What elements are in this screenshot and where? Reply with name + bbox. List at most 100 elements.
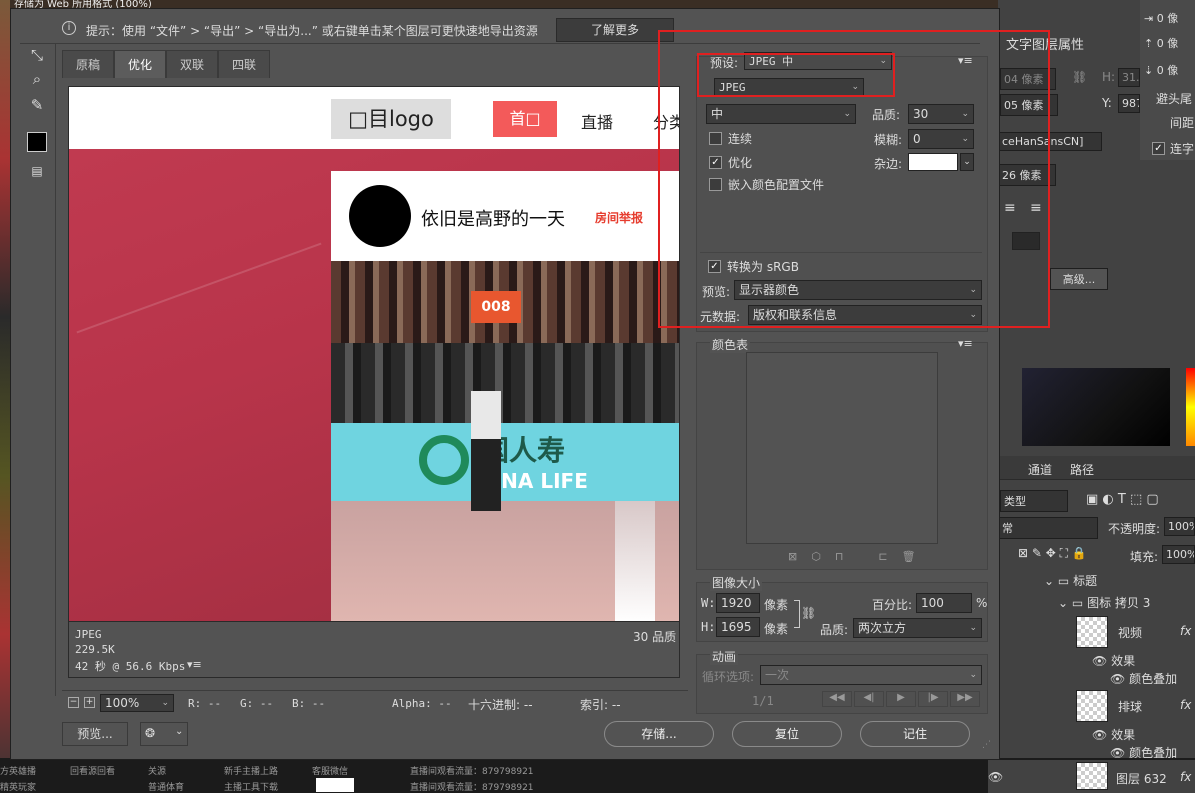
font-size-field[interactable]: 26 像素 [998, 164, 1056, 186]
bottom-item: 普通体育 [148, 783, 185, 793]
advanced-button[interactable]: 高级... [1050, 268, 1108, 290]
filter-kind-select[interactable]: 类型 [1000, 490, 1068, 512]
optimized-label: 优化 [728, 156, 753, 170]
convert-srgb-checkbox[interactable]: ✓ [708, 260, 721, 273]
effect-color-overlay[interactable]: 👁 颜色叠加 [1110, 670, 1177, 687]
preview-browser-button[interactable]: 预览... [62, 722, 128, 746]
zoom-out-icon[interactable]: − [68, 697, 79, 708]
opacity-field[interactable]: 100% [1164, 517, 1195, 536]
resample-quality-select[interactable]: 两次立方 ⌄ [853, 618, 982, 638]
blur-field[interactable]: 0 ⌄ [908, 129, 974, 149]
color-table-icons[interactable]: ⊠ ⬡ ⊓ ⊏ 🗑 [788, 550, 916, 563]
toggle-slices-icon[interactable]: ▤ [26, 160, 48, 182]
eye-icon[interactable]: 👁 [1092, 728, 1107, 742]
preset-select[interactable]: JPEG 中 ⌄ [744, 52, 892, 70]
optimized-checkbox[interactable]: ✓ [709, 156, 722, 169]
prev-frame-icon[interactable]: ◀| [854, 691, 884, 707]
zoom-in-icon[interactable]: + [84, 697, 95, 708]
hyphen-checkbox[interactable]: ✓ [1152, 142, 1165, 155]
chevron-down-icon[interactable]: ⌄ [960, 153, 974, 171]
tab-optimized[interactable]: 优化 [114, 50, 166, 78]
progressive-checkbox[interactable] [709, 132, 722, 145]
settings-menu-icon[interactable]: ▾≡ [958, 54, 973, 67]
y-field[interactable]: 987 [1118, 94, 1140, 113]
h-field[interactable]: 31.6 [1118, 68, 1140, 87]
color-picker-gradient[interactable] [1022, 368, 1170, 446]
zoom-icon[interactable]: ⌕ [26, 68, 48, 90]
percent-label: 百分比: [872, 598, 913, 612]
height-field[interactable]: 1695 [716, 617, 760, 637]
color-table-grid[interactable] [746, 352, 938, 544]
width-field[interactable]: 1920 [716, 593, 760, 613]
download-rate-menu-icon[interactable]: ▾≡ [187, 658, 202, 671]
format-select[interactable]: JPEG ⌄ [714, 78, 864, 97]
progressive-label: 连续 [728, 132, 753, 146]
link-icon[interactable]: ⛓ [1072, 70, 1087, 84]
tab-paths[interactable]: 路径 [1070, 461, 1094, 478]
web-shift-icon[interactable]: ⬡ [811, 550, 821, 563]
trash-icon[interactable]: 🗑 [902, 550, 916, 563]
blend-mode-select[interactable]: 常 [998, 517, 1098, 539]
loop-select[interactable]: 一次 ⌄ [760, 665, 982, 685]
layer-group-icons[interactable]: ⌄ ▭ 图标 拷贝 3 [1058, 594, 1150, 611]
eyedropper-icon[interactable]: ✎ [26, 94, 48, 116]
resize-grip-icon[interactable]: ⋰ [982, 740, 991, 750]
y-pos-field[interactable]: 05 像素 [1000, 94, 1058, 116]
last-frame-icon[interactable]: ▶▶ [950, 691, 980, 707]
reset-button[interactable]: 复位 [732, 721, 842, 747]
metadata-select[interactable]: 版权和联系信息 ⌄ [748, 305, 982, 325]
eye-icon[interactable]: 👁 [988, 770, 1003, 784]
font-family-select[interactable]: ceHanSansCN] [998, 132, 1102, 151]
color-swatch[interactable] [1012, 232, 1040, 250]
browser-select[interactable]: ❂ ⌄ [140, 722, 188, 746]
quality-field[interactable]: 30 ⌄ [908, 104, 974, 124]
eye-icon[interactable]: 👁 [1110, 672, 1125, 686]
fill-field[interactable]: 100% [1162, 545, 1195, 564]
chevron-down-icon: ⌄ [961, 134, 969, 144]
fx-icon[interactable]: fx [1180, 624, 1191, 638]
layer-video[interactable]: 视频 [1118, 624, 1142, 641]
effects-row[interactable]: 👁 效果 [1092, 652, 1135, 669]
frame-counter: 1/1 [752, 694, 774, 708]
learn-more-button[interactable]: 了解更多 [556, 18, 674, 42]
tab-2up[interactable]: 双联 [166, 50, 218, 78]
next-frame-icon[interactable]: |▶ [918, 691, 948, 707]
fx-icon[interactable]: fx [1180, 770, 1191, 784]
remember-button[interactable]: 记住 [860, 721, 970, 747]
eyedropper-color-swatch[interactable] [27, 132, 47, 152]
color-spectrum[interactable] [1186, 368, 1195, 446]
image-preview[interactable]: □目logo 首□ 直播 分类 依旧是高野的一天 房间举报 008 国人寿 HI… [68, 86, 680, 622]
tab-original[interactable]: 原稿 [62, 50, 114, 78]
layer-632[interactable]: 图层 632 [1116, 770, 1167, 787]
zoom-select[interactable]: 100% ⌄ [100, 694, 174, 712]
compression-level-select[interactable]: 中 ⌄ [706, 104, 856, 124]
folder-icon: ▭ [1071, 596, 1084, 610]
percent-field[interactable]: 100 [916, 593, 972, 613]
save-button[interactable]: 存储... [604, 721, 714, 747]
effects-row[interactable]: 👁 效果 [1092, 726, 1135, 743]
tab-4up[interactable]: 四联 [218, 50, 270, 78]
x-field[interactable]: 04 像素 [1000, 68, 1056, 90]
lock-icons[interactable]: ⊠ ✎ ✥ ⛶ 🔒 [1018, 546, 1087, 561]
layer-group-title[interactable]: ⌄ ▭ 标题 [1044, 572, 1097, 589]
eye-icon[interactable]: 👁 [1092, 654, 1107, 668]
play-icon[interactable]: ▶ [886, 691, 916, 707]
filter-icons[interactable]: ▣ ◐ T ⬚ ▢ [1086, 492, 1159, 507]
first-frame-icon[interactable]: ◀◀ [822, 691, 852, 707]
preview-select[interactable]: 显示器颜色 ⌄ [734, 280, 982, 300]
browser-icon: ❂ [145, 726, 156, 740]
map-color-icon[interactable]: ⊠ [788, 550, 797, 563]
matte-color-swatch[interactable] [908, 153, 958, 171]
embed-profile-checkbox[interactable] [709, 178, 722, 191]
slice-select-icon[interactable]: ⤡ [26, 44, 48, 66]
align-center-icon[interactable]: ≡ [1004, 200, 1016, 216]
new-color-icon[interactable]: ⊏ [878, 550, 887, 563]
metadata-value: 版权和联系信息 [753, 308, 838, 322]
lock-icon[interactable]: ⊓ [835, 550, 844, 563]
link-proportions-icon[interactable]: ⛓ [801, 606, 816, 620]
layer-volleyball[interactable]: 排球 [1118, 698, 1142, 715]
tab-channels[interactable]: 通道 [1028, 461, 1052, 478]
color-table-menu-icon[interactable]: ▾≡ [958, 337, 973, 350]
align-right-icon[interactable]: ≡ [1030, 200, 1042, 216]
fx-icon[interactable]: fx [1180, 698, 1191, 712]
